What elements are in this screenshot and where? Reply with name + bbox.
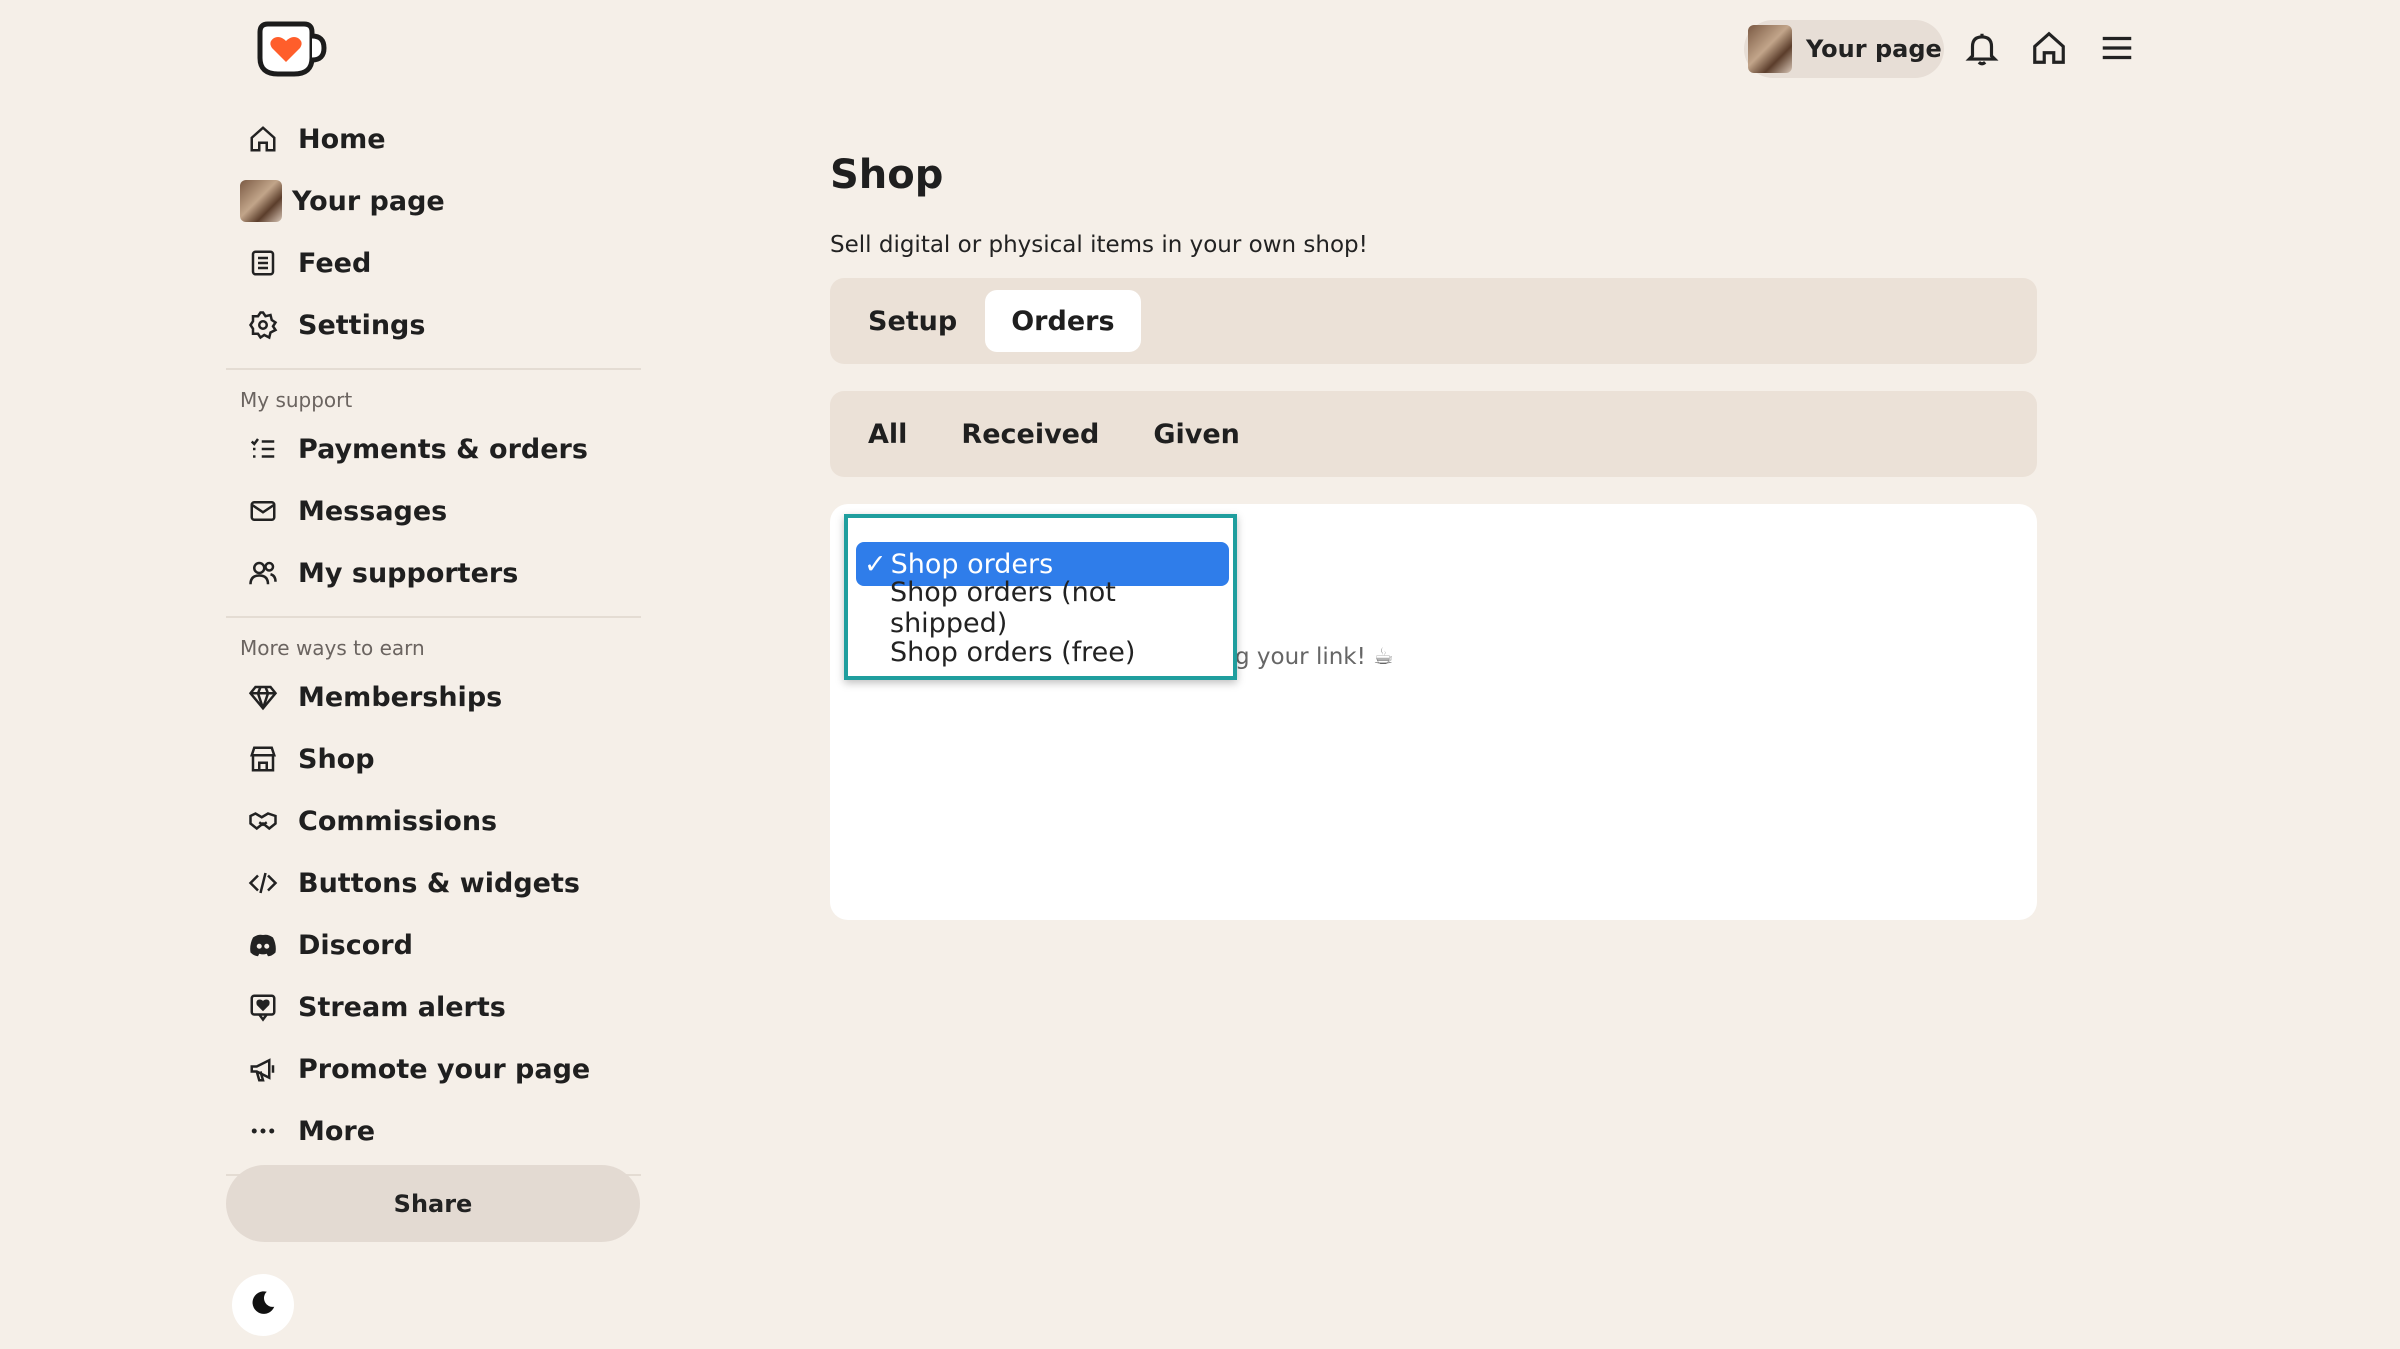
order-type-dropdown[interactable]: ✓ Shop orders Shop orders (not shipped) … [844, 514, 1237, 680]
sidebar-item-your-page[interactable]: Your page [226, 170, 641, 232]
list-check-icon [246, 432, 280, 466]
avatar [240, 180, 282, 222]
sidebar-item-label: Memberships [298, 681, 503, 713]
bell-icon[interactable] [1960, 26, 2004, 70]
dark-mode-toggle[interactable] [232, 1274, 294, 1336]
diamond-icon [246, 680, 280, 714]
sidebar-item-label: Messages [298, 495, 448, 527]
sidebar-item-label: Settings [298, 309, 426, 341]
sidebar-item-label: Promote your page [298, 1053, 591, 1085]
dropdown-option-free[interactable]: Shop orders (free) [856, 630, 1229, 674]
your-page-label: Your page [1806, 35, 1942, 63]
sidebar-item-my-supporters[interactable]: My supporters [226, 542, 641, 604]
moon-icon [248, 1288, 278, 1322]
sidebar-item-label: More [298, 1115, 376, 1147]
sidebar-item-stream-alerts[interactable]: Stream alerts [226, 976, 641, 1038]
handshake-icon [246, 804, 280, 838]
feed-icon [246, 246, 280, 280]
more-icon [246, 1114, 280, 1148]
section-label-more-ways: More ways to earn [240, 636, 425, 660]
avatar [1748, 25, 1792, 73]
sidebar-item-shop[interactable]: Shop [226, 728, 641, 790]
sidebar-item-label: Buttons & widgets [298, 867, 580, 899]
divider [226, 368, 641, 370]
gear-icon [246, 308, 280, 342]
home-icon[interactable] [2027, 26, 2071, 70]
dropdown-option-label: Shop orders [890, 548, 1054, 580]
page-title: Shop [830, 152, 944, 198]
sidebar-item-label: Payments & orders [298, 433, 588, 465]
filter-all[interactable]: All [842, 403, 933, 465]
megaphone-icon [246, 1052, 280, 1086]
sidebar-item-label: Shop [298, 743, 375, 775]
sidebar-item-memberships[interactable]: Memberships [226, 666, 641, 728]
stream-alert-icon [246, 990, 280, 1024]
dropdown-option-not-shipped[interactable]: Shop orders (not shipped) [856, 577, 1229, 639]
share-button[interactable]: Share [226, 1165, 640, 1242]
sidebar-item-label: Commissions [298, 805, 498, 837]
sidebar-item-settings[interactable]: Settings [226, 294, 641, 356]
sidebar-item-commissions[interactable]: Commissions [226, 790, 641, 852]
divider [226, 616, 641, 618]
filter-given[interactable]: Given [1127, 403, 1266, 465]
ko-fi-logo[interactable] [254, 18, 328, 80]
sidebar-item-label: Feed [298, 247, 372, 279]
sidebar-item-more[interactable]: More [226, 1100, 641, 1162]
sidebar-item-promote[interactable]: Promote your page [226, 1038, 641, 1100]
discord-icon [246, 928, 280, 962]
sidebar-item-label: Home [298, 123, 386, 155]
sidebar-nav: Home Your page Feed Settings My support … [226, 108, 641, 1188]
sidebar-item-label: Stream alerts [298, 991, 506, 1023]
section-label-my-support: My support [240, 388, 353, 412]
home-icon [246, 122, 280, 156]
store-icon [246, 742, 280, 776]
your-page-button[interactable]: Your page [1744, 20, 1944, 78]
sidebar-item-home[interactable]: Home [226, 108, 641, 170]
empty-state-text: g your link! ☕ [1235, 644, 1394, 670]
code-icon [246, 866, 280, 900]
tab-orders[interactable]: Orders [985, 290, 1141, 352]
sidebar-item-buttons-widgets[interactable]: Buttons & widgets [226, 852, 641, 914]
dropdown-option-label: Shop orders (free) [890, 636, 1136, 668]
tab-setup[interactable]: Setup [842, 290, 983, 352]
sidebar-item-label: Discord [298, 929, 413, 961]
sidebar-item-feed[interactable]: Feed [226, 232, 641, 294]
sidebar-item-payments-orders[interactable]: Payments & orders [226, 418, 641, 480]
users-icon [246, 556, 280, 590]
page-subtitle: Sell digital or physical items in your o… [830, 232, 1368, 258]
shop-tabs: Setup Orders [830, 278, 2037, 364]
mail-icon [246, 494, 280, 528]
sidebar-item-label: My supporters [298, 557, 519, 589]
sidebar-item-discord[interactable]: Discord [226, 914, 641, 976]
checkmark-icon: ✓ [864, 548, 887, 580]
filter-received[interactable]: Received [935, 403, 1125, 465]
sidebar-item-messages[interactable]: Messages [226, 480, 641, 542]
order-filter-tabs: All Received Given [830, 391, 2037, 477]
menu-icon[interactable] [2095, 26, 2139, 70]
sidebar-item-label: Your page [292, 185, 445, 217]
